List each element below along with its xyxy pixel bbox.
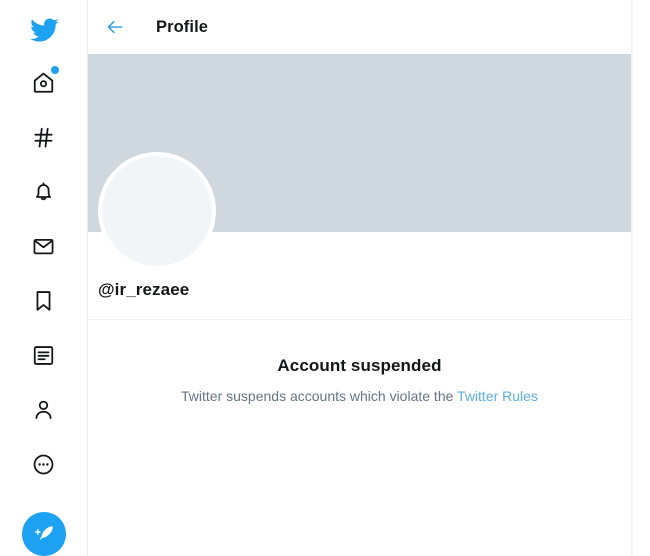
back-arrow-icon[interactable]: [98, 10, 132, 44]
twitter-rules-link[interactable]: Twitter Rules: [457, 388, 538, 404]
sidebar-item-notifications[interactable]: [20, 165, 68, 219]
suspended-description: Twitter suspends accounts which violate …: [88, 388, 631, 404]
suspended-title: Account suspended: [277, 356, 442, 375]
compose-tweet-button[interactable]: [21, 512, 66, 556]
sidebar-item-lists[interactable]: [20, 328, 68, 382]
profile-handle: @ir_rezaee: [98, 280, 190, 299]
sidebar-item-profile[interactable]: [20, 382, 68, 436]
home-notification-badge: [50, 65, 59, 74]
twitter-app: Profile @ir_rezaee Account suspended Twi…: [0, 0, 650, 556]
sidebar-item-home[interactable]: [20, 56, 68, 110]
account-suspended-notice: Account suspended Twitter suspends accou…: [88, 320, 631, 404]
sidebar-item-more[interactable]: [20, 437, 68, 491]
suspended-description-text: Twitter suspends accounts which violate …: [181, 388, 458, 404]
right-gutter: [632, 0, 650, 556]
page-title: Profile: [156, 17, 209, 36]
sidebar-item-explore[interactable]: [20, 110, 68, 164]
profile-main-column: Profile @ir_rezaee Account suspended Twi…: [88, 0, 632, 556]
twitter-bird-logo[interactable]: [20, 8, 68, 52]
sidebar-item-messages[interactable]: [20, 219, 68, 273]
sidebar-nav: [0, 0, 88, 556]
profile-avatar-placeholder[interactable]: [98, 152, 216, 270]
sidebar-item-bookmarks[interactable]: [20, 274, 68, 328]
profile-header-bar: Profile: [88, 0, 631, 54]
profile-identity-block: @ir_rezaee: [88, 152, 631, 320]
